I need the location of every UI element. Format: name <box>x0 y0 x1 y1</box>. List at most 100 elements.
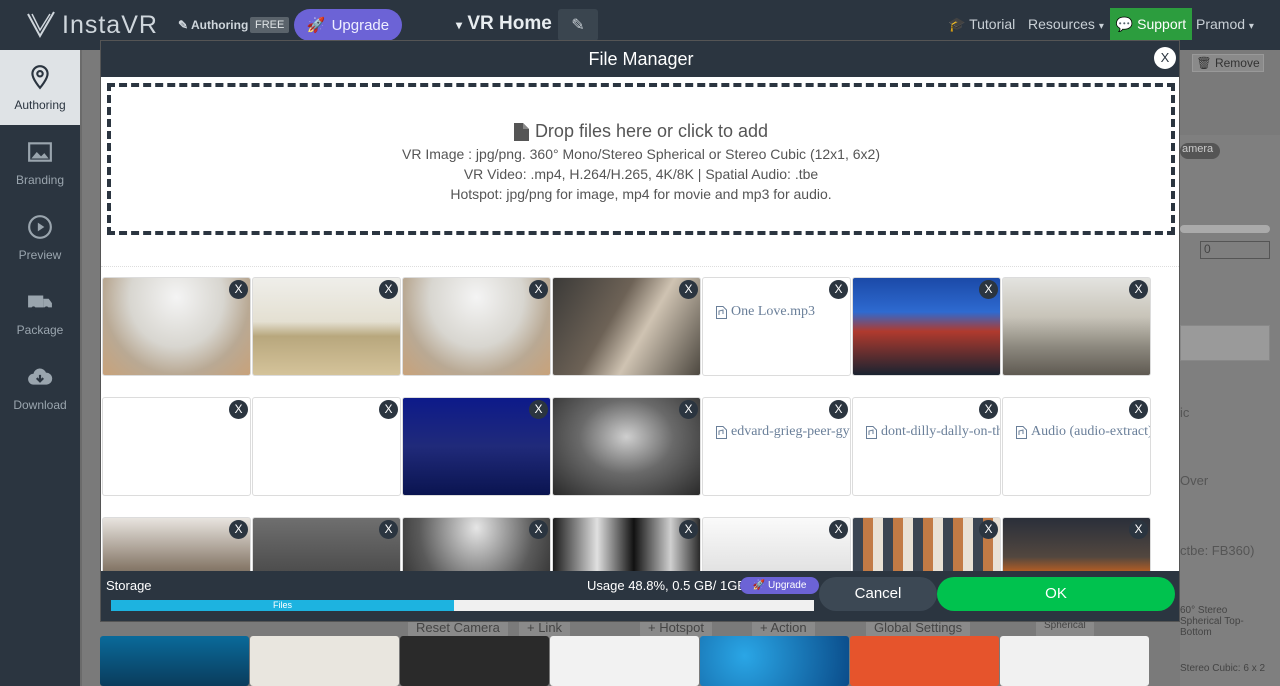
camera-badge: amera <box>1180 143 1220 159</box>
close-modal-button[interactable]: X <box>1154 47 1176 69</box>
remove-file-button[interactable]: X <box>829 520 848 539</box>
project-title-dropdown[interactable]: ▾ VR Home <box>456 13 552 35</box>
cloud-download-icon <box>28 367 53 385</box>
sidebar-item-branding[interactable]: Branding <box>0 125 80 200</box>
remove-file-button[interactable]: X <box>379 520 398 539</box>
remove-file-button[interactable]: X <box>1129 400 1148 419</box>
remove-file-button[interactable]: X <box>829 280 848 299</box>
file-grid: X X X X One Love.mp3 X X X X X X Xedvard-grieg-peer… <box>101 277 1179 573</box>
settings-field[interactable] <box>1180 325 1270 361</box>
projection-option-top-bottom[interactable]: 60° Stereo Spherical Top-Bottom <box>1180 605 1270 638</box>
empty-file-tile[interactable]: X <box>252 397 401 496</box>
modal-header: File Manager X <box>101 41 1179 77</box>
modal-title: File Manager <box>588 49 694 69</box>
projection-option-stereo-cubic[interactable]: Stereo Cubic: 6 x 2 <box>1180 663 1270 674</box>
dropzone-hint-vr-image: VR Image : jpg/png. 360° Mono/Stereo Sph… <box>402 146 880 162</box>
file-dropzone[interactable]: Drop files here or click to add VR Image… <box>107 83 1175 235</box>
remove-file-button[interactable]: X <box>1129 280 1148 299</box>
settings-text-over: Over <box>1180 473 1209 488</box>
image-file-tile[interactable]: X <box>852 277 1001 376</box>
image-file-tile[interactable]: X <box>852 517 1001 573</box>
sidebar-item-preview[interactable]: Preview <box>0 200 80 275</box>
remove-file-button[interactable]: X <box>979 520 998 539</box>
tutorial-link[interactable]: 🎓 Tutorial <box>948 16 1015 33</box>
background-thumbnail <box>700 636 849 686</box>
background-thumbnail <box>1000 636 1149 686</box>
storage-upgrade-button[interactable]: 🚀 Upgrade <box>740 577 819 594</box>
image-file-tile[interactable]: X <box>402 397 551 496</box>
storage-progress-bar: Files <box>111 600 814 611</box>
remove-file-button[interactable]: X <box>679 280 698 299</box>
audio-file-name: Audio (audio-extract) <box>1031 424 1151 439</box>
image-file-tile[interactable]: X <box>252 517 401 573</box>
dropzone-title: Drop files here or click to add <box>111 121 1171 142</box>
audio-file-name: One Love.mp3 <box>731 304 815 319</box>
value-field[interactable]: 0 <box>1200 241 1270 259</box>
empty-file-tile[interactable]: X <box>102 397 251 496</box>
remove-file-button[interactable]: X <box>679 520 698 539</box>
play-icon <box>28 214 52 239</box>
image-file-tile[interactable]: X <box>552 517 701 573</box>
audio-file-tile[interactable]: Audio (audio-extract) X <box>1002 397 1151 496</box>
ok-button[interactable]: OK <box>937 577 1175 611</box>
chat-bubble-icon: 💬 <box>1115 15 1134 32</box>
resources-dropdown[interactable]: Resources ▾ <box>1028 16 1104 32</box>
image-file-tile[interactable]: X <box>402 517 551 573</box>
remove-file-button[interactable]: X <box>979 280 998 299</box>
image-icon <box>28 141 52 162</box>
authoring-mode-label[interactable]: ✎ Authoring <box>178 18 248 32</box>
caret-down-icon: ▾ <box>1248 21 1254 32</box>
image-file-tile[interactable]: X <box>102 517 251 573</box>
sidebar-item-package[interactable]: Package <box>0 275 80 350</box>
remove-file-button[interactable]: X <box>829 400 848 419</box>
remove-file-button[interactable]: X <box>379 280 398 299</box>
audio-file-tile[interactable]: edvard-grieg-peer-gynt X <box>702 397 851 496</box>
image-file-tile[interactable]: X <box>552 277 701 376</box>
caret-down-icon: ▾ <box>456 18 463 32</box>
image-file-tile[interactable]: X <box>1002 517 1151 573</box>
image-file-tile[interactable]: X <box>252 277 401 376</box>
audio-file-tile[interactable]: dont-dilly-dally-on-the X <box>852 397 1001 496</box>
settings-text-ctbe: ctbe: FB360) <box>1180 543 1255 558</box>
user-menu[interactable]: Pramod ▾ <box>1196 16 1254 32</box>
background-thumbnail <box>250 636 399 686</box>
remove-file-button[interactable]: X <box>529 520 548 539</box>
audio-file-label: edvard-grieg-peer-gynt <box>716 424 851 440</box>
image-file-tile[interactable]: X <box>552 397 701 496</box>
slider-track[interactable] <box>1180 225 1270 233</box>
background-thumbnail-row <box>100 636 1180 686</box>
remove-button[interactable]: 🗑 Remove <box>1192 54 1264 72</box>
upgrade-button[interactable]: 🚀 Upgrade <box>294 9 402 41</box>
remove-file-button[interactable]: X <box>379 400 398 419</box>
truck-icon <box>28 295 52 311</box>
storage-footer: Storage Usage 48.8%, 0.5 GB/ 1GB 🚀 Upgra… <box>101 571 1179 621</box>
remove-file-button[interactable]: X <box>529 280 548 299</box>
remove-file-button[interactable]: X <box>229 400 248 419</box>
remove-file-button[interactable]: X <box>1129 520 1148 539</box>
instavr-logo[interactable]: InstaVR <box>26 10 158 40</box>
sidebar-item-download[interactable]: Download <box>0 350 80 425</box>
remove-file-button[interactable]: X <box>229 280 248 299</box>
edit-project-button[interactable]: ✎ <box>558 9 598 41</box>
remove-file-button[interactable]: X <box>529 400 548 419</box>
image-file-tile[interactable]: X <box>702 517 851 573</box>
remove-file-button[interactable]: X <box>229 520 248 539</box>
dropzone-hint-vr-video: VR Video: .mp4, H.264/H.265, 4K/8K | Spa… <box>463 166 819 182</box>
audio-file-icon <box>716 425 727 439</box>
background-thumbnail <box>550 636 699 686</box>
image-file-tile[interactable]: X <box>1002 277 1151 376</box>
audio-file-icon <box>866 425 877 439</box>
sidebar-item-authoring[interactable]: Authoring <box>0 50 80 125</box>
scene-settings-panel: 0 ic Over ctbe: FB360) 60° Stereo Spheri… <box>1180 135 1280 686</box>
location-pin-icon <box>31 64 49 89</box>
audio-file-name: edvard-grieg-peer-gynt <box>731 424 851 439</box>
support-button[interactable]: 💬 Support <box>1110 8 1192 40</box>
remove-file-button[interactable]: X <box>979 400 998 419</box>
image-file-tile[interactable]: X <box>102 277 251 376</box>
left-sidebar: Authoring Branding Preview Package Downl… <box>0 50 80 686</box>
cancel-button[interactable]: Cancel <box>819 577 937 611</box>
audio-file-tile[interactable]: One Love.mp3 X <box>702 277 851 376</box>
image-file-tile[interactable]: X <box>402 277 551 376</box>
audio-file-icon <box>716 305 727 319</box>
remove-file-button[interactable]: X <box>679 400 698 419</box>
